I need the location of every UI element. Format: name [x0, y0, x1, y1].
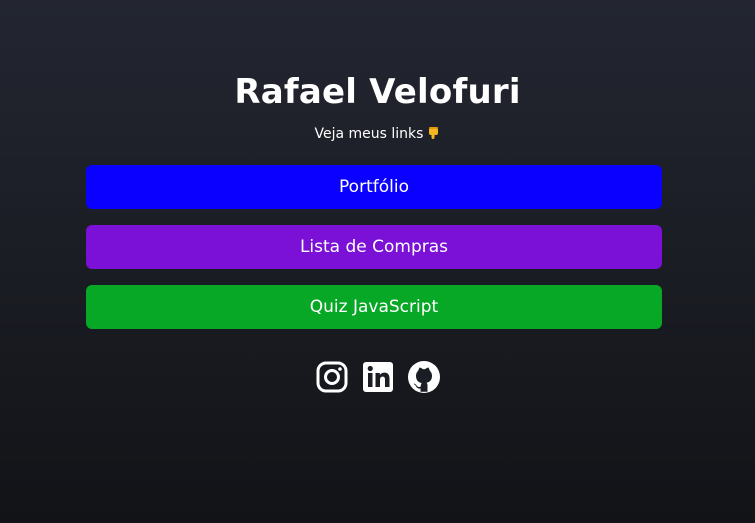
linkedin-link[interactable]	[361, 360, 395, 394]
shopping-list-link-button[interactable]: Lista de Compras	[86, 225, 662, 269]
javascript-quiz-link-button[interactable]: Quiz JavaScript	[86, 285, 662, 329]
pointing-down-hand-icon	[428, 126, 440, 140]
linkedin-icon	[362, 362, 393, 392]
instagram-icon	[316, 361, 347, 393]
profile-subtitle: Veja meus links	[0, 124, 755, 144]
profile-card: Rafael Velofuri Veja meus links Portfóli…	[0, 0, 755, 523]
social-links	[0, 360, 755, 394]
portfolio-link-button[interactable]: Portfólio	[86, 165, 662, 209]
github-icon	[407, 361, 440, 393]
github-link[interactable]	[407, 360, 441, 394]
profile-name: Rafael Velofuri	[234, 72, 521, 112]
subtitle-text: Veja meus links	[314, 126, 424, 142]
links-list: Portfólio Lista de Compras Quiz JavaScri…	[86, 165, 662, 345]
instagram-link[interactable]	[315, 360, 349, 394]
